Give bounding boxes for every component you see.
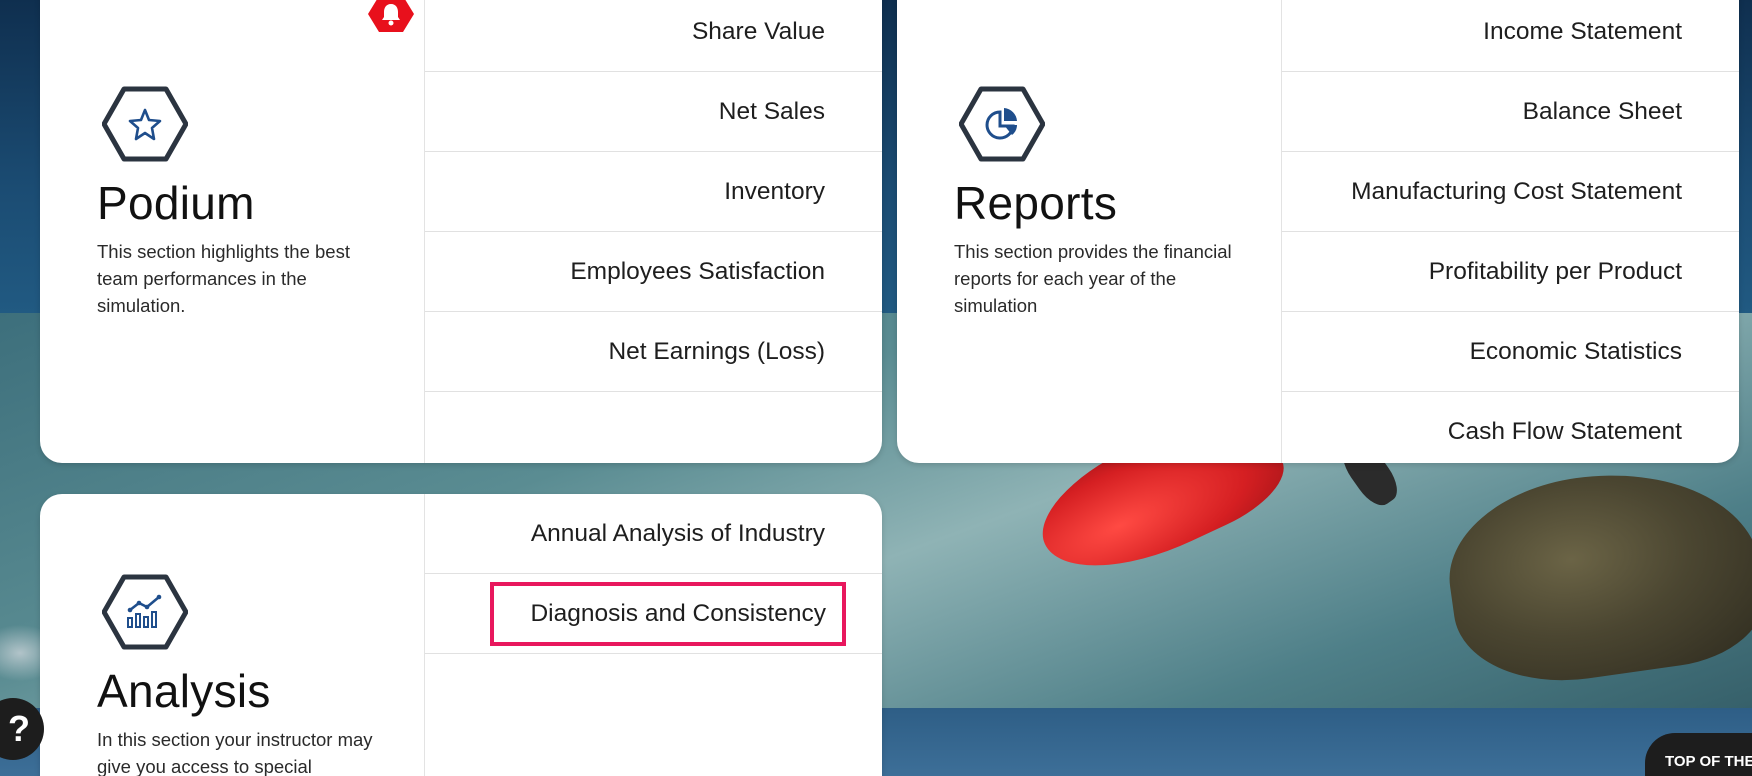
- pie-chart-icon: [959, 86, 1045, 162]
- menu-item-label: Income Statement: [1483, 17, 1682, 45]
- analysis-item-annual-analysis[interactable]: Annual Analysis of Industry: [425, 494, 882, 574]
- menu-item-label: Manufacturing Cost Statement: [1351, 177, 1682, 205]
- top-of-page-button[interactable]: TOP OF THE PAGE: [1645, 733, 1752, 776]
- menu-item-label: Share Value: [691, 17, 825, 45]
- podium-item-inventory[interactable]: Inventory: [425, 152, 882, 232]
- reports-title: Reports: [954, 177, 1118, 229]
- help-button-label: ?: [8, 708, 30, 749]
- menu-item-label: Employees Satisfaction: [570, 257, 825, 285]
- bell-icon[interactable]: [367, 0, 415, 34]
- reports-card: Reports This section provides the financ…: [897, 0, 1739, 463]
- podium-item-share-value[interactable]: Share Value: [425, 0, 882, 72]
- analysis-menu: Annual Analysis of Industry Diagnosis an…: [425, 494, 882, 654]
- menu-item-label: Net Earnings (Loss): [608, 337, 825, 365]
- podium-card: Podium This section highlights the best …: [40, 0, 882, 463]
- podium-title: Podium: [97, 177, 255, 229]
- menu-item-label: Economic Statistics: [1469, 337, 1682, 365]
- menu-item-label: Net Sales: [718, 97, 825, 125]
- analysis-card: Analysis In this section your instructor…: [40, 494, 882, 776]
- analysis-item-diagnosis-consistency[interactable]: Diagnosis and Consistency: [425, 574, 882, 654]
- reports-description: This section provides the financial repo…: [954, 241, 1232, 316]
- reports-intro: Reports This section provides the financ…: [897, 0, 1282, 463]
- podium-item-net-sales[interactable]: Net Sales: [425, 72, 882, 152]
- reports-menu: Income Statement Balance Sheet Manufactu…: [1282, 0, 1739, 463]
- menu-item-label: Diagnosis and Consistency: [490, 581, 846, 646]
- podium-intro: Podium This section highlights the best …: [40, 0, 425, 463]
- menu-item-label: Profitability per Product: [1428, 257, 1682, 285]
- menu-item-label: Cash Flow Statement: [1447, 418, 1682, 445]
- analysis-intro: Analysis In this section your instructor…: [40, 494, 425, 776]
- reports-item-manufacturing-cost[interactable]: Manufacturing Cost Statement: [1282, 152, 1739, 232]
- star-icon: [102, 86, 188, 162]
- podium-description: This section highlights the best team pe…: [97, 241, 350, 316]
- podium-menu: Share Value Net Sales Inventory Employee…: [425, 0, 882, 392]
- podium-item-employees-satisfaction[interactable]: Employees Satisfaction: [425, 232, 882, 312]
- bar-chart-trend-icon: [102, 574, 188, 650]
- analysis-description: In this section your instructor may give…: [97, 729, 373, 776]
- reports-item-economic-statistics[interactable]: Economic Statistics: [1282, 312, 1739, 392]
- reports-item-income-statement[interactable]: Income Statement: [1282, 0, 1739, 72]
- analysis-title: Analysis: [97, 665, 271, 717]
- menu-item-label: Annual Analysis of Industry: [530, 519, 825, 547]
- menu-item-label: Balance Sheet: [1522, 97, 1682, 125]
- reports-item-profitability-per-product[interactable]: Profitability per Product: [1282, 232, 1739, 312]
- menu-item-label: Inventory: [724, 177, 825, 205]
- reports-item-cash-flow[interactable]: Cash Flow Statement: [1282, 392, 1739, 463]
- top-of-page-label: TOP OF THE PAGE: [1665, 753, 1752, 770]
- podium-item-net-earnings[interactable]: Net Earnings (Loss): [425, 312, 882, 392]
- reports-item-balance-sheet[interactable]: Balance Sheet: [1282, 72, 1739, 152]
